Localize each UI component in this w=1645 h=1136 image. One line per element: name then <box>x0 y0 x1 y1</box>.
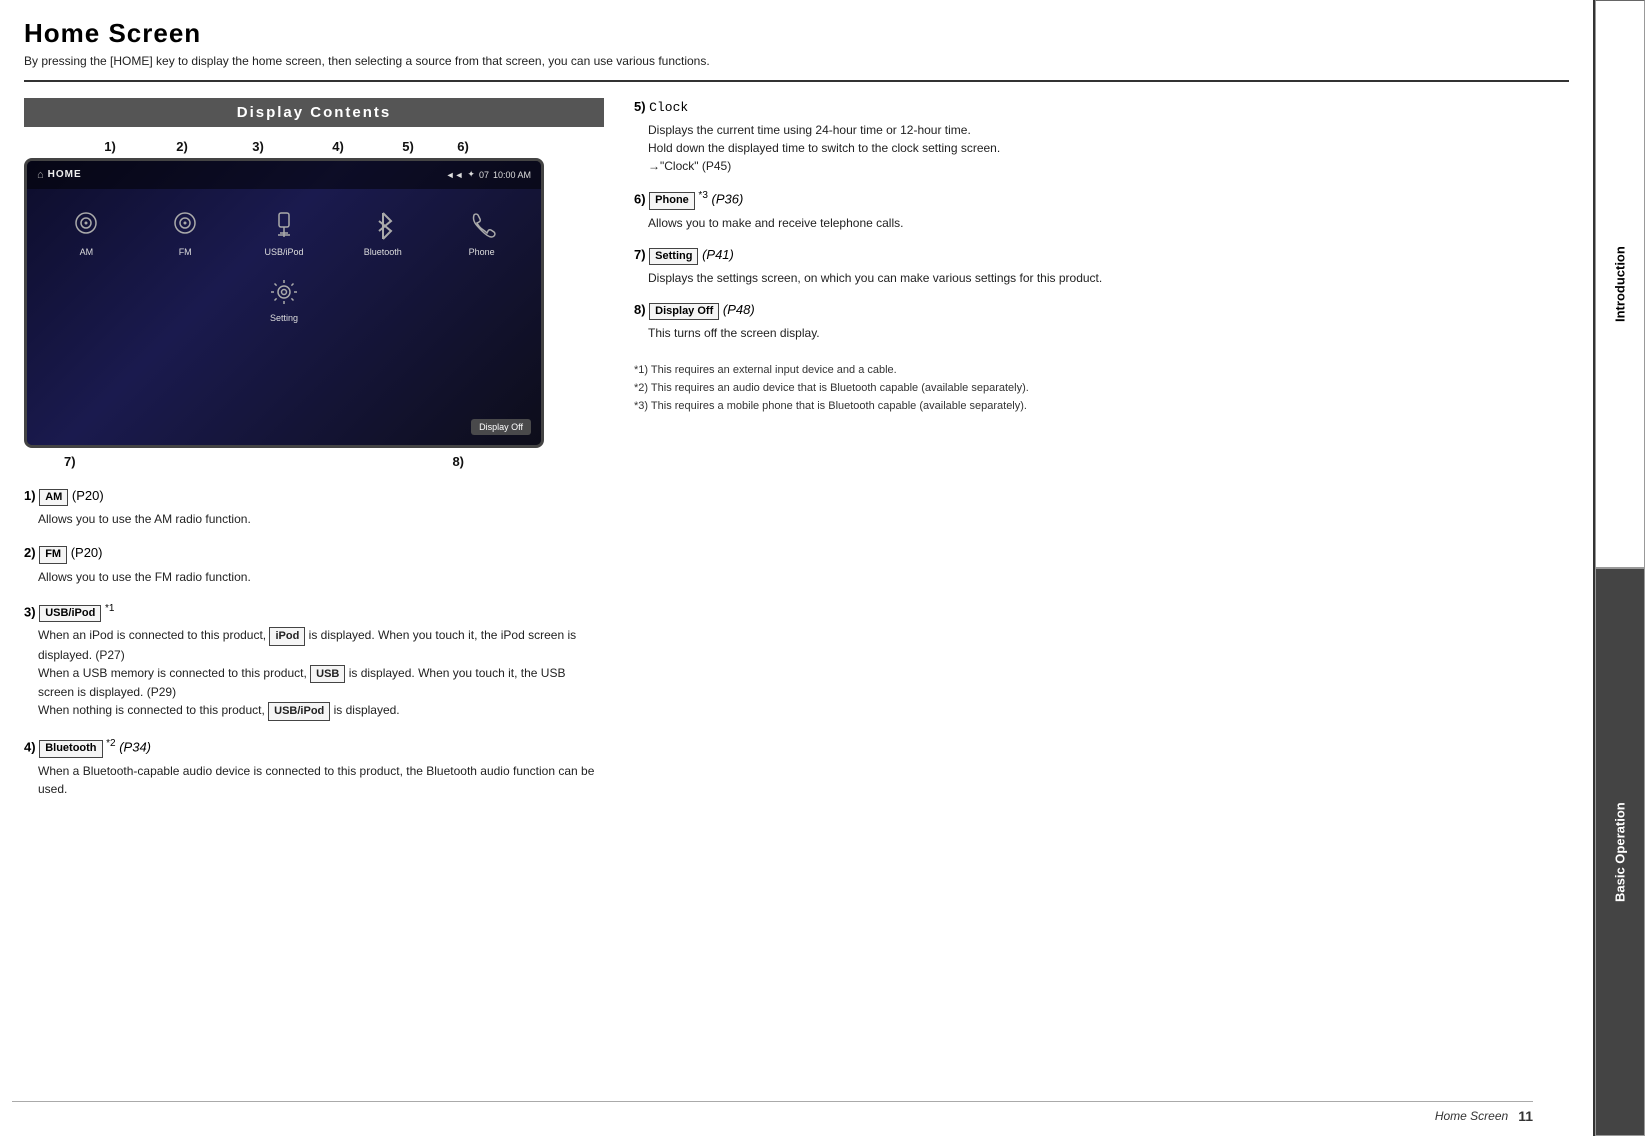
usb-superscript: *1 <box>105 603 114 614</box>
screen-icon-bluetooth[interactable]: Bluetooth <box>333 201 432 263</box>
usb-ipod-inline-badge: USB/iPod <box>268 702 330 721</box>
item-am: 1) AM (P20) Allows you to use the AM rad… <box>24 487 604 528</box>
display-off-badge: Display Off <box>649 303 719 320</box>
item-display-off-header: 8) Display Off (P48) <box>634 301 1569 320</box>
item-phone: 6) Phone *3 (P36) Allows you to make and… <box>634 189 1569 232</box>
item-bluetooth-header: 4) Bluetooth *2 (P34) <box>24 737 604 758</box>
item-clock-text: Displays the current time using 24-hour … <box>634 121 1569 175</box>
page-container: Home Screen By pressing the [HOME] key t… <box>0 0 1645 1136</box>
two-column-layout: Display Contents 1) 2) 3) 4) 5) 6) <box>24 98 1569 814</box>
item-phone-header: 6) Phone *3 (P36) <box>634 189 1569 210</box>
setting-icon <box>262 273 306 311</box>
ipod-badge: iPod <box>269 627 305 646</box>
item-usb: 3) USB/iPod *1 When an iPod is connected… <box>24 602 604 721</box>
main-content: Home Screen By pressing the [HOME] key t… <box>0 0 1593 1136</box>
am-badge: AM <box>39 489 68 506</box>
bottom-labels: 7) 8) <box>24 448 504 469</box>
footnotes: *1) This requires an external input devi… <box>634 362 1569 415</box>
usb-inline-badge: USB <box>310 665 345 684</box>
setting-label: Setting <box>270 313 298 323</box>
page-title-section: Home Screen By pressing the [HOME] key t… <box>24 18 1569 82</box>
clock-display: 10:00 AM <box>493 170 531 180</box>
bluetooth-label: Bluetooth <box>364 247 402 257</box>
setting-badge: Setting <box>649 248 698 265</box>
bluetooth-superscript: *2 <box>106 738 115 749</box>
num-label-2: 2) <box>146 139 218 154</box>
time-display: 07 <box>479 170 489 180</box>
left-column: Display Contents 1) 2) 3) 4) 5) 6) <box>24 98 604 814</box>
fm-icon <box>163 207 207 245</box>
item-bluetooth: 4) Bluetooth *2 (P34) When a Bluetooth-c… <box>24 737 604 798</box>
bluetooth-badge: Bluetooth <box>39 740 102 757</box>
usb-label: USB/iPod <box>264 247 303 257</box>
signal-icon: ◄◄ <box>446 170 464 180</box>
screen-icon-setting[interactable]: Setting <box>37 267 531 329</box>
right-items-list: 5) Clock Displays the current time using… <box>634 98 1569 415</box>
item-setting-text: Displays the settings screen, on which y… <box>634 269 1569 287</box>
footnote-3: *3) This requires a mobile phone that is… <box>634 398 1569 416</box>
page-subtitle: By pressing the [HOME] key to display th… <box>24 53 1569 70</box>
main-icons-row: AM <box>37 201 531 263</box>
screen-icons-grid: AM <box>27 191 541 329</box>
fm-badge: FM <box>39 546 67 563</box>
item-fm: 2) FM (P20) Allows you to use the FM rad… <box>24 544 604 585</box>
screen-status-icons: ◄◄ ✦ 07 10:00 AM <box>446 169 531 180</box>
clock-label: Clock <box>649 100 688 115</box>
phone-icon <box>460 207 504 245</box>
item-usb-text: When an iPod is connected to this produc… <box>24 626 604 721</box>
item-fm-text: Allows you to use the FM radio function. <box>24 568 604 586</box>
item-clock: 5) Clock Displays the current time using… <box>634 98 1569 175</box>
screen-icon-phone[interactable]: Phone <box>432 201 531 263</box>
footer-page-number: 11 <box>1518 1108 1533 1124</box>
page-footer: Home Screen 11 <box>12 1101 1533 1124</box>
item-phone-text: Allows you to make and receive telephone… <box>634 214 1569 232</box>
num-label-7: 7) <box>64 454 76 469</box>
num-label-5: 5) <box>378 139 438 154</box>
item-fm-header: 2) FM (P20) <box>24 544 604 563</box>
item-display-off-text: This turns off the screen display. <box>634 324 1569 342</box>
sidebar-tab-introduction[interactable]: Introduction <box>1595 0 1645 568</box>
screen-icon-usb[interactable]: USB/iPod <box>235 201 334 263</box>
phone-label: Phone <box>469 247 495 257</box>
screen-icon-fm[interactable]: FM <box>136 201 235 263</box>
fm-label: FM <box>179 247 192 257</box>
right-column: 5) Clock Displays the current time using… <box>634 98 1569 814</box>
screen-home-label: HOME <box>48 169 82 180</box>
phone-badge: Phone <box>649 192 695 209</box>
am-icon <box>64 207 108 245</box>
screen-icon-am[interactable]: AM <box>37 201 136 263</box>
second-icons-row: Setting <box>37 267 531 329</box>
item-clock-header: 5) Clock <box>634 98 1569 117</box>
bluetooth-icon-screen <box>361 207 405 245</box>
device-screen: ⌂ HOME ◄◄ ✦ 07 10:00 AM <box>24 158 544 448</box>
page-title: Home Screen <box>24 18 1569 49</box>
display-contents-header: Display Contents <box>24 98 604 127</box>
num-label-4: 4) <box>298 139 378 154</box>
item-usb-header: 3) USB/iPod *1 <box>24 602 604 623</box>
left-items-list: 1) AM (P20) Allows you to use the AM rad… <box>24 487 604 798</box>
phone-superscript: *3 <box>698 190 707 201</box>
footnote-2: *2) This requires an audio device that i… <box>634 380 1569 398</box>
am-label: AM <box>80 247 94 257</box>
usb-icon <box>262 207 306 245</box>
num-label-3: 3) <box>218 139 298 154</box>
item-display-off: 8) Display Off (P48) This turns off the … <box>634 301 1569 342</box>
num-label-8: 8) <box>452 454 464 469</box>
item-setting: 7) Setting (P41) Displays the settings s… <box>634 246 1569 287</box>
display-off-button[interactable]: Display Off <box>471 419 531 435</box>
footnote-1: *1) This requires an external input devi… <box>634 362 1569 380</box>
item-am-header: 1) AM (P20) <box>24 487 604 506</box>
num-label-1: 1) <box>74 139 146 154</box>
item-am-text: Allows you to use the AM radio function. <box>24 510 604 528</box>
num-label-6: 6) <box>438 139 488 154</box>
usb-badge: USB/iPod <box>39 605 101 622</box>
footer-label: Home Screen <box>1435 1109 1508 1123</box>
screen-top-bar: ⌂ HOME ◄◄ ✦ 07 10:00 AM <box>27 161 541 189</box>
sidebar-tab-basic-operation[interactable]: Basic Operation <box>1595 568 1645 1136</box>
item-bluetooth-text: When a Bluetooth-capable audio device is… <box>24 762 604 798</box>
bluetooth-status-icon: ✦ <box>467 169 475 180</box>
right-sidebar: Introduction Basic Operation <box>1593 0 1645 1136</box>
screen-area: 1) 2) 3) 4) 5) 6) ⌂ HOME <box>24 139 544 469</box>
item-setting-header: 7) Setting (P41) <box>634 246 1569 265</box>
